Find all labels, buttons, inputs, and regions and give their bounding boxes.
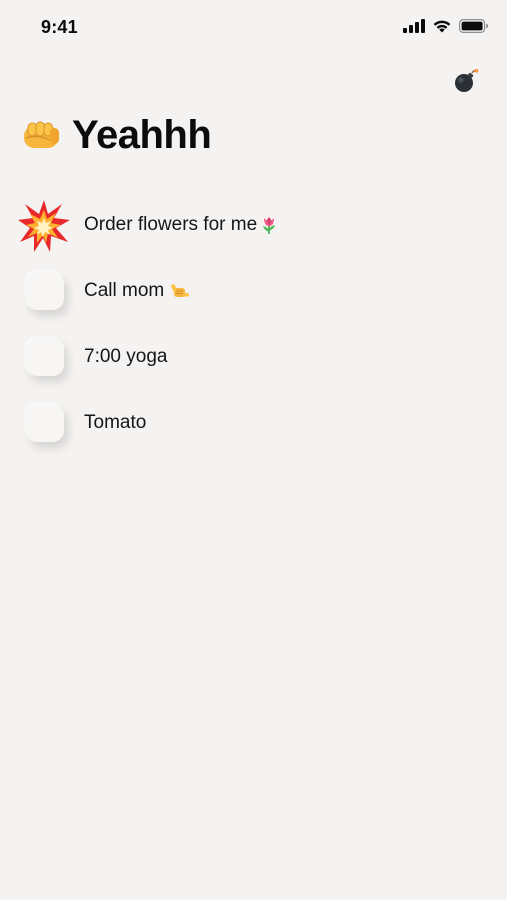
status-icons [403,19,489,33]
task-text: Order flowers for me [84,214,258,235]
bomb-icon [453,69,479,98]
task-checkbox[interactable] [26,404,64,442]
task-list: Order flowers for me Call mom 7:00 yoga … [0,192,507,456]
task-label: Call mom [84,280,190,302]
task-text: 7:00 yoga [84,346,168,367]
tulip-icon [259,215,279,235]
status-bar: 9:41 [0,0,507,56]
task-label: Tomato [84,412,146,434]
cellular-signal-icon [403,19,425,33]
task-text: Tomato [84,412,147,433]
call-me-hand-icon [170,281,190,301]
status-time: 9:41 [41,17,78,37]
task-row[interactable]: Call mom [0,258,507,324]
header: Yeahhh [20,113,212,157]
task-row[interactable]: Order flowers for me [0,192,507,258]
task-done-checkbox[interactable] [16,198,72,254]
battery-icon [459,19,489,33]
task-checkbox[interactable] [26,272,64,310]
task-row[interactable]: 7:00 yoga [0,324,507,390]
wifi-icon [432,19,452,33]
collision-icon [18,200,70,252]
fist-icon [20,114,62,156]
task-row[interactable]: Tomato [0,390,507,456]
task-text: Call mom [84,280,165,301]
page-title: Yeahhh [72,113,212,157]
task-label: 7:00 yoga [84,346,167,368]
task-label: Order flowers for me [84,214,279,236]
task-checkbox[interactable] [26,338,64,376]
bomb-button[interactable] [453,68,479,94]
